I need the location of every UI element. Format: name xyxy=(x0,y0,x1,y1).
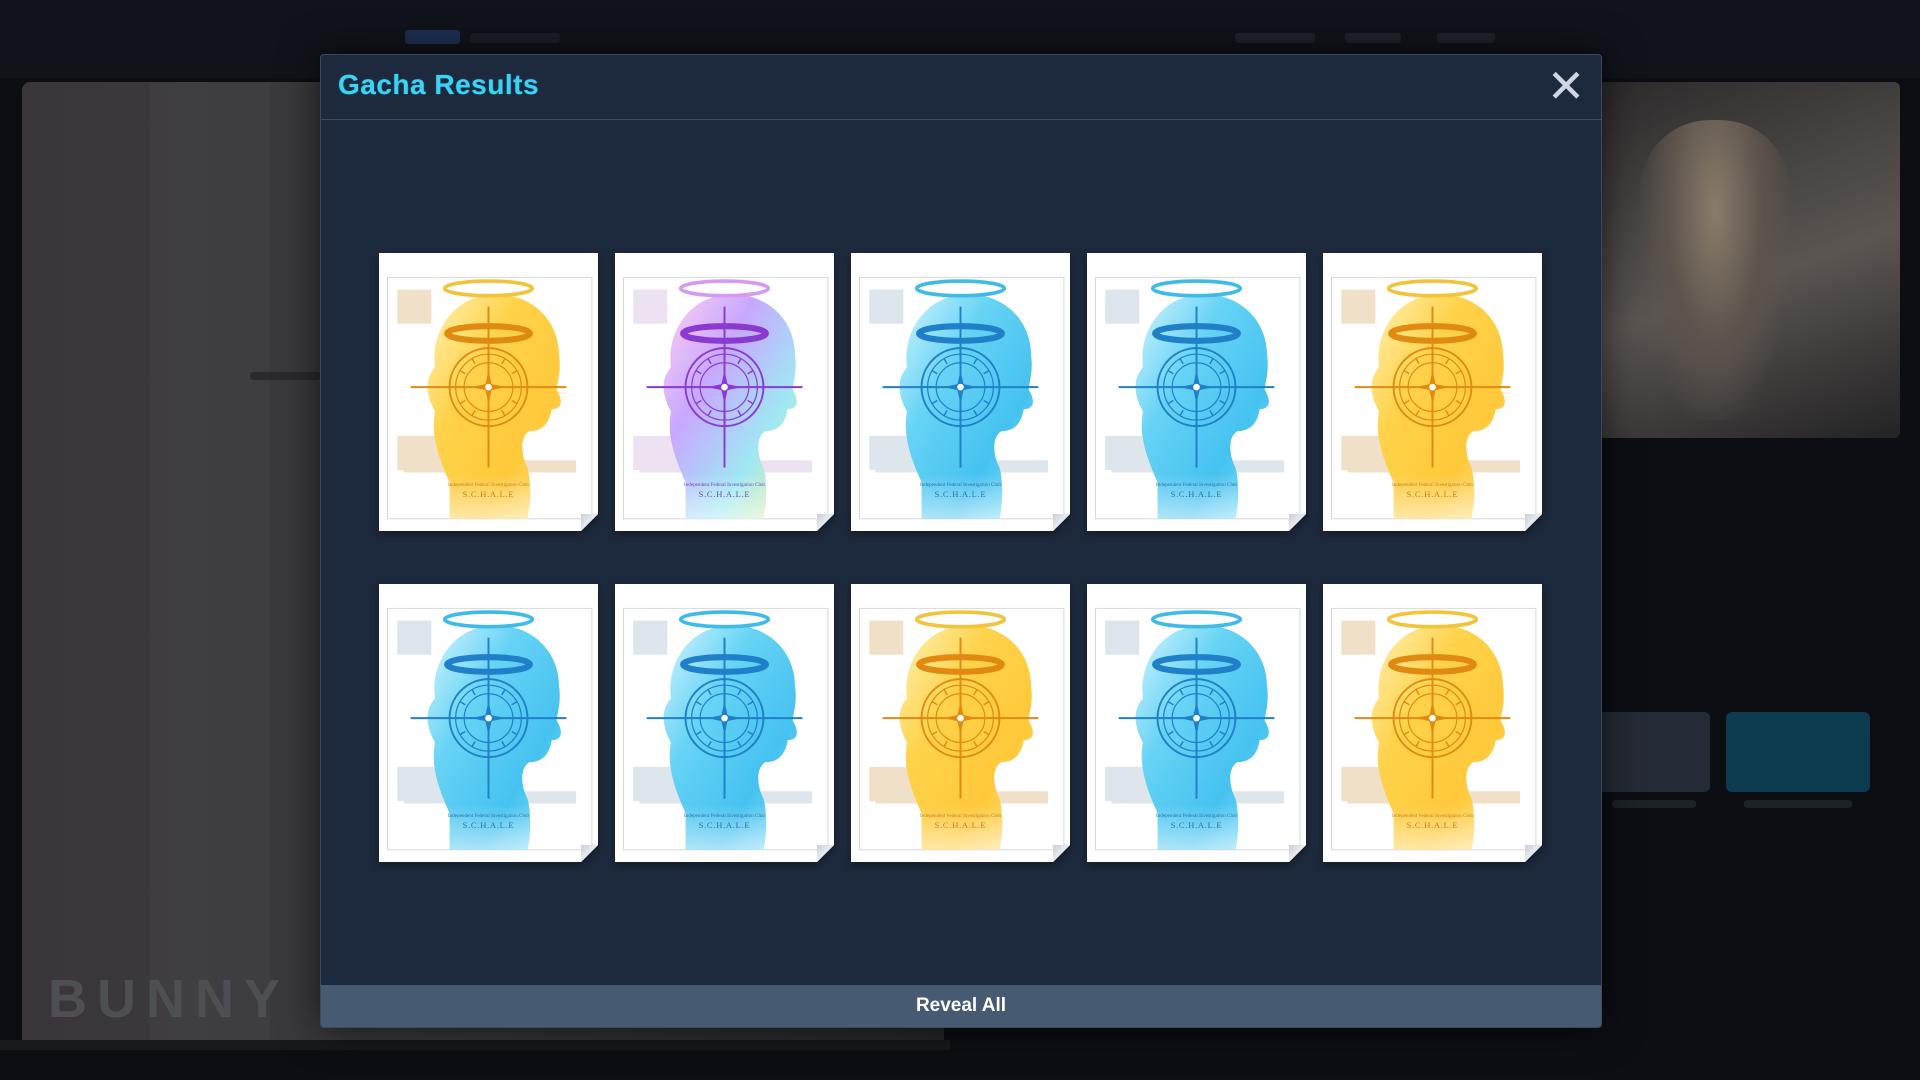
card-corner-fold xyxy=(817,845,834,862)
card-back-art: + Independent Federal Investigation Club… xyxy=(1087,253,1306,531)
close-icon: ✕ xyxy=(1546,60,1586,112)
card-brand-text: S.C.H.A.L.E xyxy=(463,489,515,499)
card-corner-fold xyxy=(1525,845,1542,862)
background-tab xyxy=(470,33,560,43)
card-corner-fold xyxy=(1053,845,1070,862)
svg-text:+: + xyxy=(564,430,573,447)
card-back-art: + Independent Federal Investigation Club… xyxy=(851,584,1070,862)
background-nav-item xyxy=(1345,33,1401,43)
card-club-text: Independent Federal Investigation Club xyxy=(448,482,529,488)
card-brand-text: S.C.H.A.L.E xyxy=(1171,820,1223,830)
background-tab-active xyxy=(405,30,460,44)
card-club-text: Independent Federal Investigation Club xyxy=(920,813,1001,819)
result-card-grid: + Independent Federal Investigation Club… xyxy=(379,253,1547,862)
card-back-art: + Independent Federal Investigation Club… xyxy=(1087,584,1306,862)
background-pull-button xyxy=(1598,712,1710,792)
result-card-gold[interactable]: + Independent Federal Investigation Club… xyxy=(379,253,598,531)
background-label xyxy=(250,372,320,380)
result-card-wrapper: + Independent Federal Investigation Club… xyxy=(851,253,1070,531)
card-back-art: + Independent Federal Investigation Club… xyxy=(851,253,1070,531)
result-card-blue[interactable]: + Independent Federal Investigation Club… xyxy=(379,584,598,862)
card-brand-text: S.C.H.A.L.E xyxy=(1407,489,1459,499)
card-brand-text: S.C.H.A.L.E xyxy=(1407,820,1459,830)
svg-text:+: + xyxy=(1036,761,1045,778)
card-club-text: Independent Federal Investigation Club xyxy=(684,482,765,488)
gacha-results-modal: Gacha Results ✕ + Independent Federal In… xyxy=(320,54,1602,1028)
card-back-art: + Independent Federal Investigation Club… xyxy=(379,253,598,531)
card-back-art: + Independent Federal Investigation Club… xyxy=(615,584,834,862)
card-corner-fold xyxy=(1525,514,1542,531)
result-card-blue[interactable]: + Independent Federal Investigation Club… xyxy=(1087,253,1306,531)
close-button[interactable]: ✕ xyxy=(1543,63,1589,109)
card-brand-text: S.C.H.A.L.E xyxy=(463,820,515,830)
background-stripe xyxy=(150,82,270,1050)
result-card-wrapper: + Independent Federal Investigation Club… xyxy=(379,253,598,531)
card-corner-fold xyxy=(817,514,834,531)
background-cost-label xyxy=(1612,800,1696,808)
svg-text:+: + xyxy=(1508,761,1517,778)
background-nav-item xyxy=(1235,33,1315,43)
result-card-wrapper: + Independent Federal Investigation Club… xyxy=(1323,584,1542,862)
result-card-wrapper: + Independent Federal Investigation Club… xyxy=(1087,253,1306,531)
result-card-rainbow[interactable]: + Independent Federal Investigation Club… xyxy=(615,253,834,531)
result-card-wrapper: + Independent Federal Investigation Club… xyxy=(851,584,1070,862)
result-card-wrapper: + Independent Federal Investigation Club… xyxy=(615,584,834,862)
result-card-wrapper: + Independent Federal Investigation Club… xyxy=(379,584,598,862)
svg-text:+: + xyxy=(1508,430,1517,447)
svg-text:+: + xyxy=(1272,761,1281,778)
card-club-text: Independent Federal Investigation Club xyxy=(1156,813,1237,819)
result-card-gold[interactable]: + Independent Federal Investigation Club… xyxy=(1323,584,1542,862)
card-back-art: + Independent Federal Investigation Club… xyxy=(1323,584,1542,862)
svg-text:+: + xyxy=(1272,430,1281,447)
card-corner-fold xyxy=(1053,514,1070,531)
result-card-blue[interactable]: + Independent Federal Investigation Club… xyxy=(851,253,1070,531)
card-club-text: Independent Federal Investigation Club xyxy=(684,813,765,819)
card-brand-text: S.C.H.A.L.E xyxy=(1171,489,1223,499)
card-club-text: Independent Federal Investigation Club xyxy=(1392,813,1473,819)
card-club-text: Independent Federal Investigation Club xyxy=(1156,482,1237,488)
result-card-wrapper: + Independent Federal Investigation Club… xyxy=(615,253,834,531)
result-card-gold[interactable]: + Independent Federal Investigation Club… xyxy=(1323,253,1542,531)
card-corner-fold xyxy=(581,845,598,862)
card-back-art: + Independent Federal Investigation Club… xyxy=(615,253,834,531)
banner-name: BUNNY xyxy=(48,969,291,1029)
result-card-wrapper: + Independent Federal Investigation Club… xyxy=(1323,253,1542,531)
background-cost-label xyxy=(1744,800,1852,808)
card-corner-fold xyxy=(581,514,598,531)
background-pull-ten-button xyxy=(1726,712,1870,792)
card-brand-text: S.C.H.A.L.E xyxy=(699,489,751,499)
background-bottom-strip xyxy=(0,1040,950,1050)
modal-title: Gacha Results xyxy=(338,69,540,100)
card-brand-text: S.C.H.A.L.E xyxy=(935,820,987,830)
card-corner-fold xyxy=(1289,514,1306,531)
card-back-art: + Independent Federal Investigation Club… xyxy=(379,584,598,862)
svg-text:+: + xyxy=(1036,430,1045,447)
svg-text:+: + xyxy=(564,761,573,778)
result-card-wrapper: + Independent Federal Investigation Club… xyxy=(1087,584,1306,862)
background-nav-item xyxy=(1437,33,1495,43)
card-back-art: + Independent Federal Investigation Club… xyxy=(1323,253,1542,531)
reveal-all-button[interactable]: Reveal All xyxy=(321,985,1601,1027)
background-character-figure xyxy=(1640,120,1790,420)
card-brand-text: S.C.H.A.L.E xyxy=(935,489,987,499)
card-club-text: Independent Federal Investigation Club xyxy=(1392,482,1473,488)
card-club-text: Independent Federal Investigation Club xyxy=(920,482,1001,488)
result-card-blue[interactable]: + Independent Federal Investigation Club… xyxy=(1087,584,1306,862)
modal-header: Gacha Results ✕ xyxy=(321,55,1601,120)
card-brand-text: S.C.H.A.L.E xyxy=(699,820,751,830)
svg-text:+: + xyxy=(800,761,809,778)
svg-text:+: + xyxy=(800,430,809,447)
result-card-gold[interactable]: + Independent Federal Investigation Club… xyxy=(851,584,1070,862)
result-card-blue[interactable]: + Independent Federal Investigation Club… xyxy=(615,584,834,862)
card-club-text: Independent Federal Investigation Club xyxy=(448,813,529,819)
card-corner-fold xyxy=(1289,845,1306,862)
